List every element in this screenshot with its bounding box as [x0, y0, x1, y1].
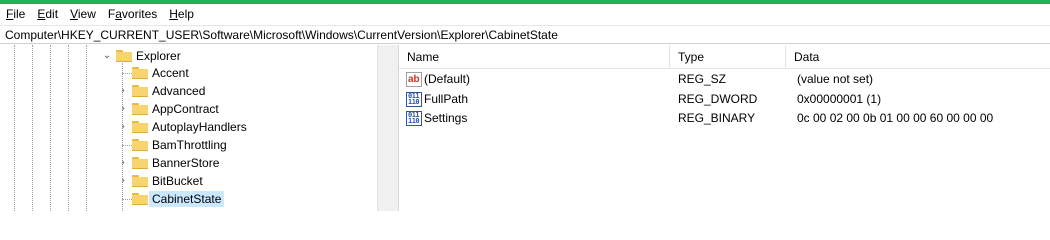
- chevron-right-icon[interactable]: ›: [118, 176, 128, 186]
- address-bar[interactable]: Computer\HKEY_CURRENT_USER\Software\Micr…: [0, 25, 1050, 44]
- list-row[interactable]: 011 110 Settings REG_BINARY 0c 00 02 00 0…: [399, 109, 1050, 128]
- tree-node-autoplayhandlers[interactable]: › AutoplayHandlers: [118, 118, 247, 136]
- tree-guide-line: [14, 45, 15, 211]
- value-data: 0c 00 02 00 0b 01 00 00 60 00 00 00: [797, 111, 994, 125]
- menu-file[interactable]: File: [0, 4, 31, 24]
- tree-guide-line: [50, 45, 51, 211]
- folder-icon: [132, 103, 148, 115]
- chevron-down-icon[interactable]: ⌄: [102, 51, 112, 61]
- folder-icon: [132, 175, 148, 187]
- tree-node-label: AutoplayHandlers: [152, 120, 247, 134]
- pane-splitter[interactable]: [377, 45, 399, 211]
- tree-node-label: BitBucket: [152, 174, 203, 188]
- list-header: Name Type Data: [399, 45, 1050, 69]
- value-data: (value not set): [797, 72, 874, 86]
- tree-node-label: AppContract: [152, 102, 219, 116]
- chevron-right-icon[interactable]: ›: [118, 86, 128, 96]
- values-list[interactable]: Name Type Data ab (Default) REG_SZ (valu…: [399, 45, 1050, 211]
- folder-open-icon: [116, 50, 132, 62]
- menu-edit[interactable]: Edit: [31, 4, 64, 24]
- string-value-icon: ab: [406, 72, 422, 87]
- value-type: REG_BINARY: [678, 111, 756, 125]
- folder-icon: [132, 157, 148, 169]
- folder-icon: [132, 121, 148, 133]
- tree-guide-line: [68, 45, 69, 211]
- tree-node-accent[interactable]: Accent: [118, 64, 189, 82]
- tree-node-bannerstore[interactable]: › BannerStore: [118, 154, 219, 172]
- folder-icon: [132, 193, 148, 205]
- binary-value-icon: 011 110: [406, 111, 422, 126]
- tree-node-label: BannerStore: [152, 156, 220, 170]
- value-name: FullPath: [424, 92, 469, 106]
- value-type: REG_SZ: [678, 72, 727, 86]
- tree-node-label: Advanced: [152, 84, 206, 98]
- tree-node-label: BamThrottling: [152, 138, 227, 152]
- value-name: (Default): [424, 72, 471, 86]
- column-header-name[interactable]: Name: [399, 45, 669, 69]
- column-header-data[interactable]: Data: [786, 45, 1050, 69]
- tree-node-explorer[interactable]: ⌄ Explorer: [102, 47, 181, 65]
- value-data: 0x00000001 (1): [797, 92, 882, 106]
- list-row[interactable]: 011 110 FullPath REG_DWORD 0x00000001 (1): [399, 90, 1050, 109]
- tree-node-label: Explorer: [136, 49, 181, 63]
- folder-icon: [132, 139, 148, 151]
- menu-bar: File Edit View Favorites Help: [0, 4, 1050, 24]
- tree-node-bitbucket[interactable]: › BitBucket: [118, 172, 203, 190]
- value-type: REG_DWORD: [678, 92, 758, 106]
- chevron-right-icon[interactable]: ›: [118, 122, 128, 132]
- tree-guide-line: [32, 45, 33, 211]
- binary-value-icon: 011 110: [406, 92, 422, 107]
- menu-favorites[interactable]: Favorites: [102, 4, 163, 24]
- tree-node-appcontract[interactable]: › AppContract: [118, 100, 219, 118]
- list-row[interactable]: ab (Default) REG_SZ (value not set): [399, 70, 1050, 89]
- tree-guide-line: [86, 45, 87, 211]
- folder-icon: [132, 85, 148, 97]
- tree-node-label: Accent: [152, 66, 189, 80]
- tree-node-advanced[interactable]: › Advanced: [118, 82, 205, 100]
- folder-icon: [132, 67, 148, 79]
- tree-node-bamthrottling[interactable]: BamThrottling: [118, 136, 227, 154]
- column-header-type[interactable]: Type: [670, 45, 785, 69]
- registry-tree[interactable]: ⌄ Explorer Accent › Advanced › AppContra…: [0, 45, 377, 211]
- menu-view[interactable]: View: [64, 4, 102, 24]
- value-name: Settings: [424, 111, 468, 125]
- tree-node-cabinetstate[interactable]: CabinetState: [118, 190, 225, 208]
- address-path: Computer\HKEY_CURRENT_USER\Software\Micr…: [5, 28, 558, 42]
- menu-help[interactable]: Help: [163, 4, 200, 24]
- chevron-right-icon[interactable]: ›: [118, 104, 128, 114]
- tree-node-label-selected: CabinetState: [149, 191, 225, 207]
- chevron-right-icon[interactable]: ›: [118, 158, 128, 168]
